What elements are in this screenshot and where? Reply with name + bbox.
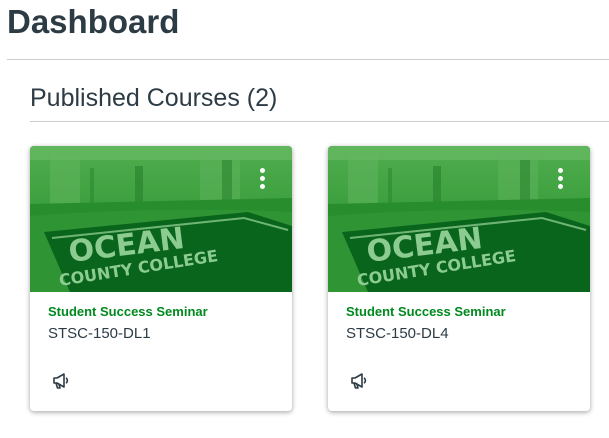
course-card[interactable]: OCEAN COUNTY COLLEGE Student Success Sem… <box>328 146 590 411</box>
course-code: STSC-150-DL4 <box>346 325 449 342</box>
section-title: Published Courses (2) <box>30 84 278 112</box>
course-name-link[interactable]: Student Success Seminar <box>48 304 274 320</box>
course-card-body: Student Success Seminar STSC-150-DL4 <box>328 304 590 343</box>
announcements-megaphone-icon[interactable] <box>50 370 74 394</box>
course-options-kebab-icon[interactable] <box>252 166 272 194</box>
course-card[interactable]: OCEAN COUNTY COLLEGE Student Success Sem… <box>30 146 292 411</box>
title-divider <box>7 59 609 60</box>
course-code: STSC-150-DL1 <box>48 325 151 342</box>
course-name-link[interactable]: Student Success Seminar <box>346 304 572 320</box>
page-title: Dashboard <box>7 3 180 40</box>
course-card-image[interactable]: OCEAN COUNTY COLLEGE <box>30 146 292 292</box>
course-card-image[interactable]: OCEAN COUNTY COLLEGE <box>328 146 590 292</box>
course-options-kebab-icon[interactable] <box>550 166 570 194</box>
course-card-body: Student Success Seminar STSC-150-DL1 <box>30 304 292 343</box>
dashboard-page: Dashboard Published Courses (2) OCEAN CO… <box>0 0 609 438</box>
section-divider <box>30 121 609 122</box>
announcements-megaphone-icon[interactable] <box>348 370 372 394</box>
